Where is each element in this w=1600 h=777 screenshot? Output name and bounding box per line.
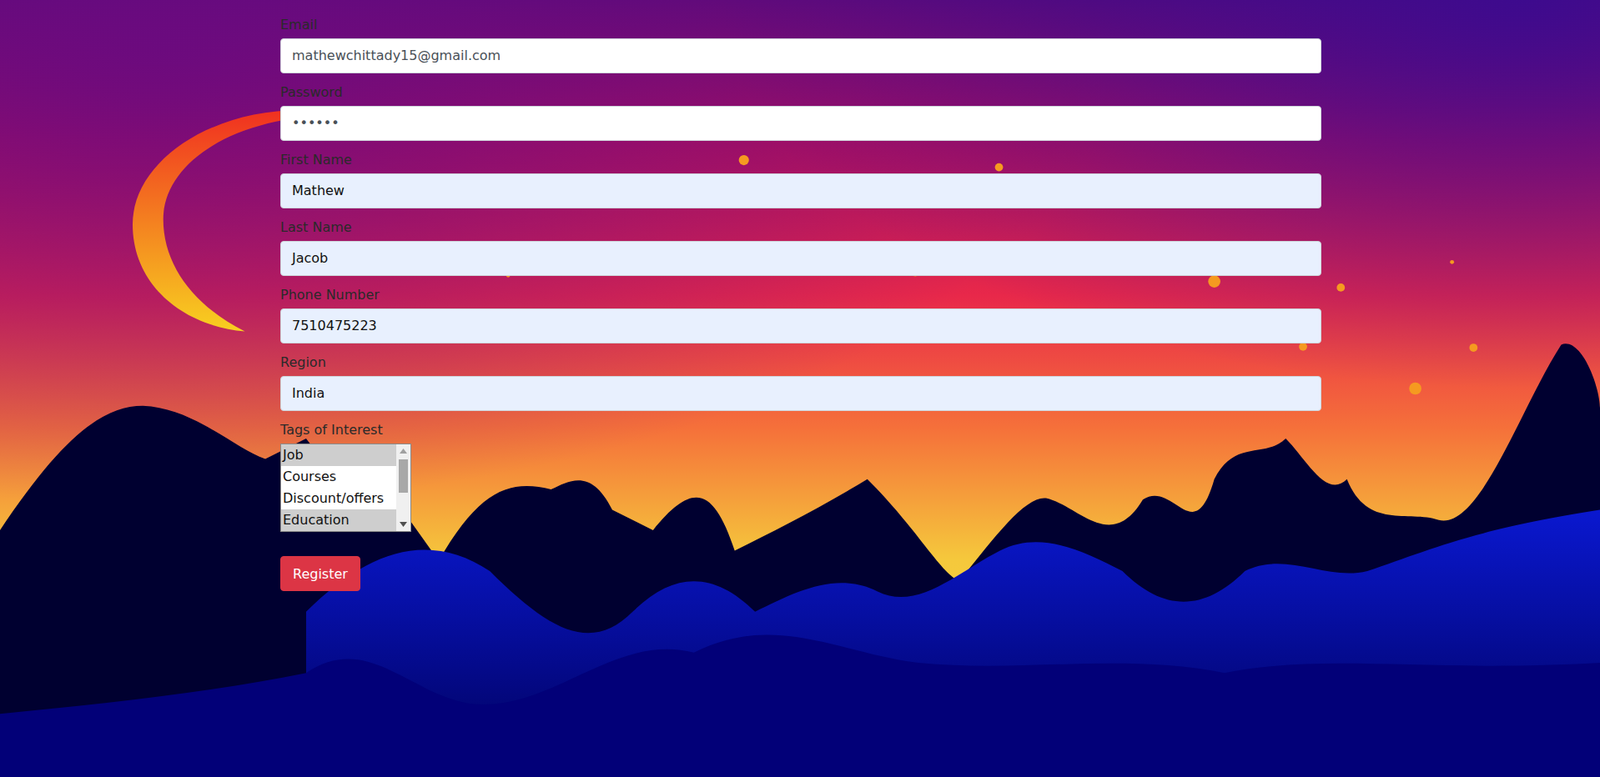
form-field: Last Name Jacob <box>280 219 1322 277</box>
field-label: Tags of Interest <box>280 422 1322 439</box>
text-input[interactable]: Jacob <box>280 241 1322 277</box>
field-label: Phone Number <box>280 286 1322 304</box>
tags-listbox[interactable]: JobCoursesDiscount/offersEducation <box>280 443 412 533</box>
scrollbar[interactable] <box>396 444 411 532</box>
field-label: Last Name <box>280 219 1322 237</box>
form-field: Phone Number 7510475223 <box>280 286 1322 344</box>
text-input[interactable]: 7510475223 <box>280 308 1322 344</box>
tag-option[interactable]: Job <box>281 444 397 467</box>
form-field: Email mathewchittady15@gmail.com <box>280 16 1322 74</box>
registration-form: Email mathewchittady15@gmail.com Password •… <box>280 0 1322 592</box>
form-field: Password •••••• <box>280 84 1322 141</box>
registration-page: Email mathewchittady15@gmail.com Password •… <box>0 0 1600 777</box>
text-input[interactable]: India <box>280 376 1322 412</box>
register-button[interactable]: Register <box>280 556 361 592</box>
field-label: Email <box>280 16 1322 34</box>
tag-option[interactable]: Discount/offers <box>281 488 397 510</box>
text-input[interactable]: mathewchittady15@gmail.com <box>280 38 1322 74</box>
text-input[interactable]: •••••• <box>280 105 1322 141</box>
tag-option[interactable]: Education <box>281 509 397 532</box>
tags-field: Tags of Interest JobCoursesDiscount/offer… <box>280 422 1322 533</box>
text-input[interactable]: Mathew <box>280 173 1322 209</box>
field-label: Region <box>280 354 1322 372</box>
scroll-thumb[interactable] <box>398 459 408 494</box>
field-label: Password <box>280 84 1322 101</box>
scroll-up-icon[interactable] <box>396 444 411 458</box>
scroll-down-icon[interactable] <box>396 518 411 532</box>
field-label: First Name <box>280 151 1322 169</box>
tag-option[interactable]: Courses <box>281 466 397 489</box>
form-field: First Name Mathew <box>280 151 1322 209</box>
form-field: Region India <box>280 354 1322 412</box>
